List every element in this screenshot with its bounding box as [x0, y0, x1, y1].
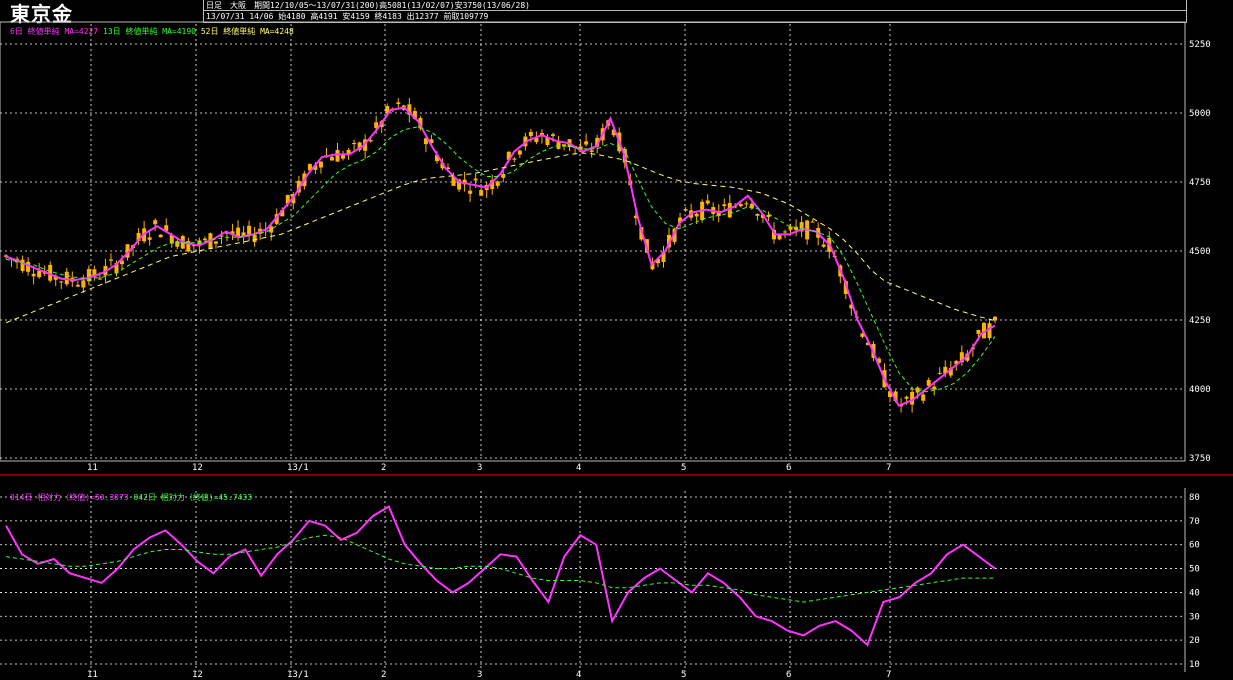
price-tick-label: 5000	[1189, 109, 1211, 119]
candle-body	[821, 244, 826, 247]
rsi-tick-label: 70	[1189, 517, 1200, 527]
x-tick-label: 13/1	[287, 670, 309, 680]
x-tick-label: 11	[87, 670, 98, 680]
candle-body	[59, 281, 64, 283]
candle-body	[783, 231, 788, 233]
candle-body	[75, 284, 80, 287]
x-tick-label: 13/1	[287, 463, 309, 473]
rsi-tick-label: 10	[1189, 660, 1200, 670]
ma-line-1	[5, 106, 996, 407]
candle-body	[932, 386, 937, 390]
rsi-tick-label: 50	[1189, 565, 1200, 575]
candle-body	[722, 204, 727, 206]
price-tick-label: 5250	[1189, 40, 1211, 50]
candle-body	[589, 150, 594, 152]
x-tick-label: 5	[681, 670, 686, 680]
candle-body	[108, 259, 113, 261]
candle-body	[683, 209, 688, 211]
candle-body	[352, 142, 357, 145]
candle-body	[473, 178, 478, 181]
candle-body	[921, 394, 926, 401]
candle-body	[31, 273, 36, 277]
candle-body	[788, 226, 793, 230]
x-tick-label: 11	[87, 463, 98, 473]
rsi-tick-label: 60	[1189, 541, 1200, 551]
candle-body	[517, 150, 522, 155]
rsi-tick-label: 20	[1189, 636, 1200, 646]
price-tick-label: 4500	[1189, 247, 1211, 257]
price-tick-label: 3750	[1189, 454, 1211, 464]
candle-body	[97, 278, 102, 280]
candle-body	[213, 241, 218, 244]
x-tick-label: 6	[786, 463, 791, 473]
candle-body	[904, 396, 909, 399]
candle-body	[556, 142, 561, 149]
ma-line-3	[5, 152, 996, 324]
price-tick-label: 4000	[1189, 385, 1211, 395]
ma-line-2	[5, 126, 996, 393]
x-tick-label: 12	[192, 463, 203, 473]
x-tick-label: 3	[477, 670, 482, 680]
rsi-line-1	[5, 505, 996, 647]
chart-canvas: 3750 4000 4250 4500 4750 5000 5250 10 20 30 40 50 60…	[0, 21, 1233, 680]
candle-body	[247, 225, 252, 235]
candle-body	[147, 237, 152, 240]
candle-body	[479, 190, 484, 196]
candle-body	[86, 269, 91, 282]
candle-body	[396, 102, 401, 104]
candle-body	[468, 190, 473, 194]
candle-body	[727, 202, 732, 218]
candle-body	[937, 372, 942, 374]
x-tick-label: 4	[576, 670, 581, 680]
x-tick-label: 7	[886, 463, 891, 473]
candle-body	[329, 156, 334, 161]
candle-body	[64, 271, 69, 285]
candle-body	[705, 200, 710, 204]
price-tick-label: 4250	[1189, 316, 1211, 326]
price-tick-label: 4750	[1189, 178, 1211, 188]
candle-body	[335, 149, 340, 162]
candle-body	[175, 241, 180, 247]
rsi-tick-label: 30	[1189, 612, 1200, 622]
candle-body	[495, 181, 500, 186]
x-tick-label: 2	[381, 463, 386, 473]
x-tick-label: 7	[886, 670, 891, 680]
candle-body	[584, 141, 589, 145]
candle-body	[976, 330, 981, 334]
x-tick-label: 5	[681, 463, 686, 473]
x-tick-label: 3	[477, 463, 482, 473]
rsi-tick-label: 40	[1189, 588, 1200, 598]
x-tick-label: 4	[576, 463, 581, 473]
candle-body	[744, 203, 749, 205]
candle-body	[550, 134, 555, 136]
candle-body	[158, 234, 163, 238]
candle-body	[528, 131, 533, 137]
rsi-tick-label: 80	[1189, 493, 1200, 503]
candle-body	[81, 280, 86, 288]
candle-body	[810, 221, 815, 223]
candle-body	[153, 220, 158, 225]
candle-body	[512, 158, 517, 160]
candle-body	[755, 213, 760, 216]
x-tick-label: 12	[192, 670, 203, 680]
candle-body	[777, 234, 782, 240]
x-tick-label: 6	[786, 670, 791, 680]
candle-body	[202, 238, 207, 241]
candle-body	[694, 213, 699, 217]
candle-body	[318, 161, 323, 168]
candle-body	[738, 204, 743, 207]
candle-body	[252, 235, 257, 243]
candle-body	[37, 270, 42, 278]
x-tick-label: 2	[381, 670, 386, 680]
